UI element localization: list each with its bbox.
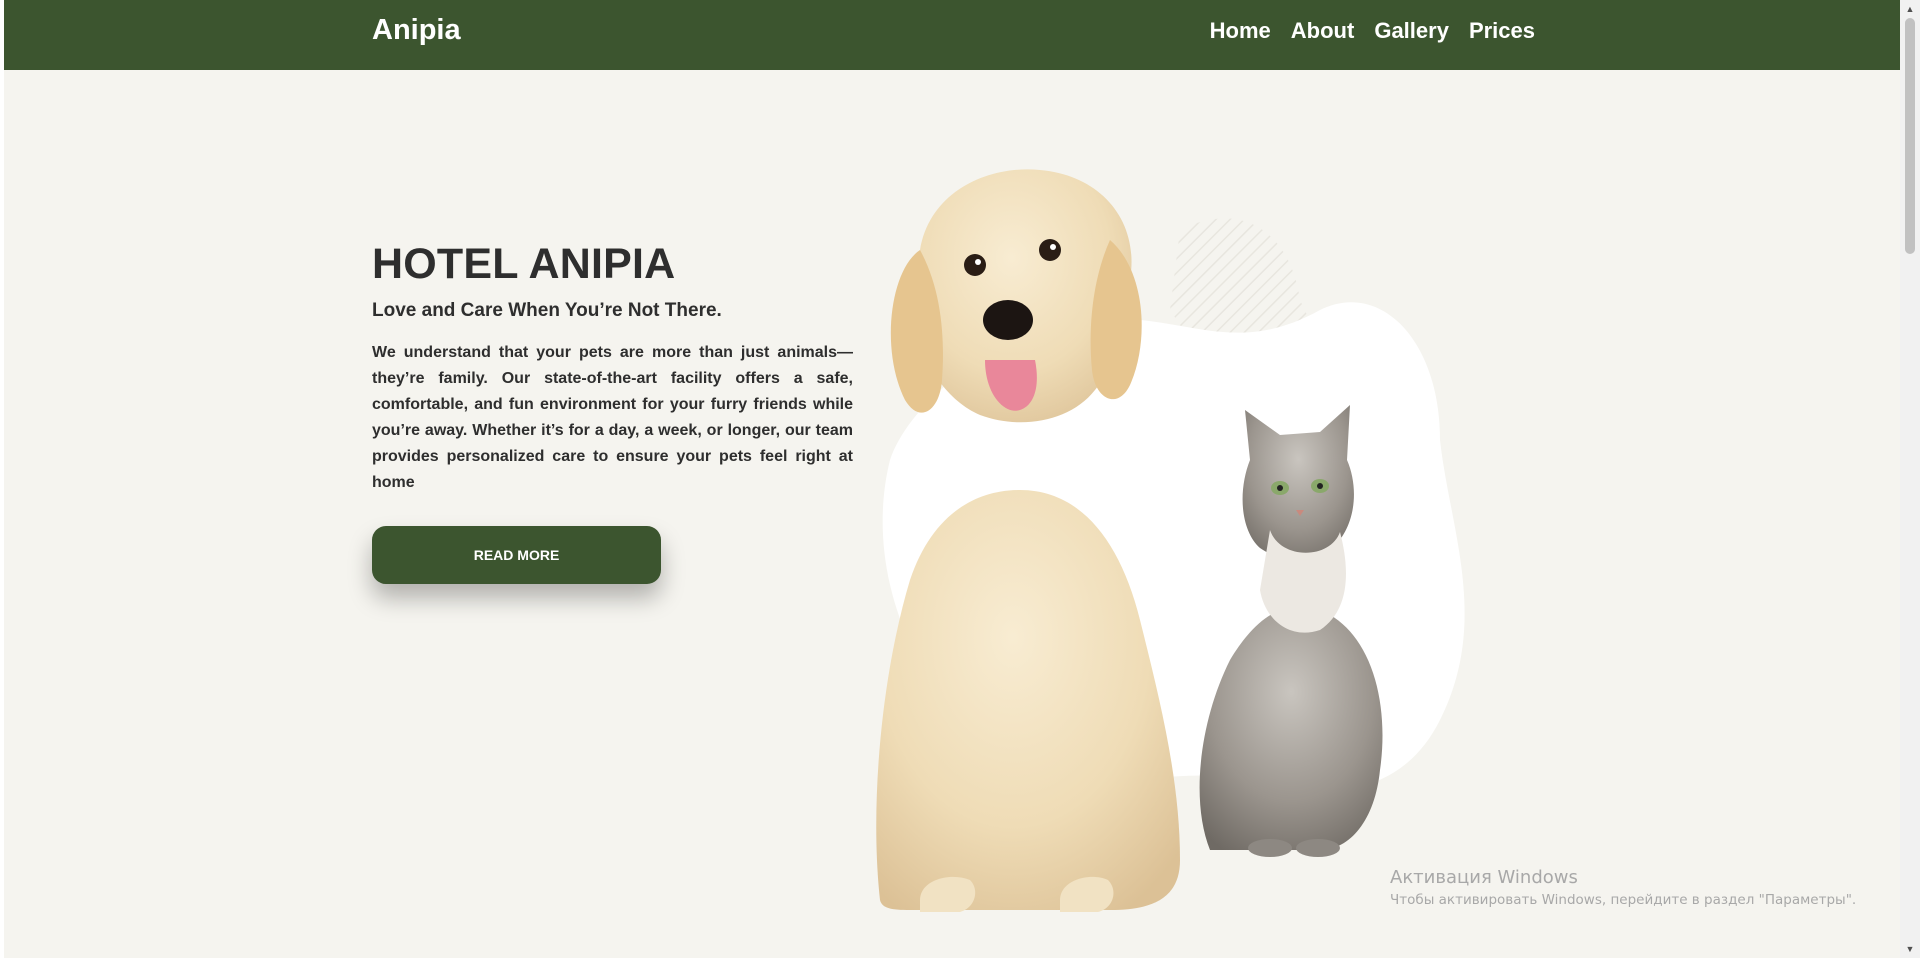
dog-and-cat-illustration xyxy=(876,169,1465,912)
scroll-down-arrow-icon[interactable]: ▼ xyxy=(1900,940,1920,958)
nav-link-about[interactable]: About xyxy=(1291,18,1355,44)
main-nav: Home About Gallery Prices xyxy=(1210,18,1535,44)
vertical-scrollbar[interactable]: ▲ ▼ xyxy=(1900,0,1920,958)
read-more-button[interactable]: READ MORE xyxy=(372,526,661,584)
hero-description: We understand that your pets are more th… xyxy=(372,344,853,491)
nav-link-gallery[interactable]: Gallery xyxy=(1374,18,1449,44)
navbar: Anipia Home About Gallery Prices xyxy=(4,0,1900,70)
nav-link-prices[interactable]: Prices xyxy=(1469,18,1535,44)
watermark-title: Активация Windows xyxy=(1390,867,1578,888)
nav-link-home[interactable]: Home xyxy=(1210,18,1271,44)
scroll-up-arrow-icon[interactable]: ▲ xyxy=(1900,0,1920,18)
scrollbar-thumb[interactable] xyxy=(1905,18,1915,254)
brand-logo-link[interactable]: Anipia xyxy=(372,14,461,47)
windows-activation-watermark: Активация Windows Чтобы активировать Win… xyxy=(1390,866,1856,910)
hero-title: HOTEL ANIPIA xyxy=(372,240,676,288)
page-viewport: Anipia Home About Gallery Prices HOTEL A… xyxy=(4,0,1900,958)
hero-image xyxy=(850,160,1570,920)
watermark-body: Чтобы активировать Windows, перейдите в … xyxy=(1390,892,1857,908)
hero-subtitle: Love and Care When You’re Not There. xyxy=(372,300,722,321)
